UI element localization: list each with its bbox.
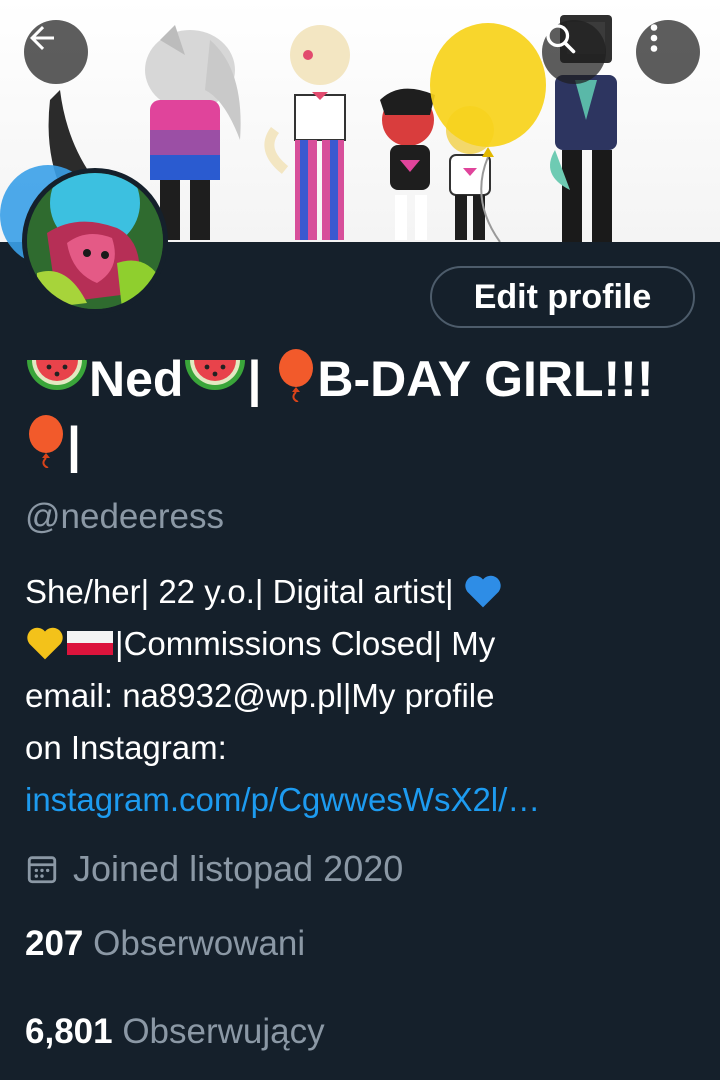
instagram-link[interactable]: instagram.com/p/CgwwesWsX2l/…	[25, 781, 540, 818]
joined-text: Joined listopad 2020	[73, 848, 404, 889]
display-name-text-1: Ned	[89, 351, 184, 407]
avatar-image	[27, 173, 163, 309]
bio-line-3: email: na8932@wp.pl|My profile	[25, 677, 495, 714]
avatar[interactable]	[22, 168, 168, 314]
display-name-text-3: B-DAY GIRL!!!	[317, 351, 654, 407]
blue-heart-icon	[465, 575, 501, 608]
bio-line-1: She/her| 22 y.o.| Digital artist|	[25, 573, 463, 610]
followers-count: 6,801	[25, 1012, 113, 1051]
watermelon-icon	[185, 360, 246, 390]
following-label: Obserwowani	[93, 924, 306, 963]
balloon-icon	[279, 349, 314, 402]
edit-profile-button[interactable]: Edit profile	[430, 266, 695, 328]
joined-date: Joined listopad 2020	[25, 848, 403, 890]
display-name-text-4: |	[67, 417, 81, 473]
calendar-icon	[27, 856, 57, 884]
vertical-dots-icon	[650, 24, 658, 52]
back-button[interactable]	[24, 20, 88, 84]
poland-flag-icon	[67, 631, 113, 655]
search-icon	[546, 24, 576, 54]
user-handle: @nedeeress	[25, 497, 224, 536]
profile-bio: She/her| 22 y.o.| Digital artist| |Commi…	[25, 566, 695, 826]
display-name: Ned | B-DAY GIRL!!! |	[25, 346, 695, 478]
balloon-icon	[29, 415, 63, 468]
followers-stat[interactable]: 6,801 Obserwujący	[25, 1012, 325, 1052]
following-stat[interactable]: 207 Obserwowani	[25, 924, 305, 964]
following-count: 207	[25, 924, 84, 963]
bio-line-4: on Instagram:	[25, 729, 227, 766]
watermelon-icon	[27, 360, 87, 390]
bio-line-2: |Commissions Closed| My	[115, 625, 496, 662]
arrow-left-icon	[30, 26, 54, 50]
yellow-heart-icon	[27, 627, 63, 660]
followers-label: Obserwujący	[122, 1012, 325, 1051]
display-name-text-2: |	[247, 351, 276, 407]
search-button[interactable]	[542, 20, 606, 84]
more-button[interactable]	[636, 20, 700, 84]
